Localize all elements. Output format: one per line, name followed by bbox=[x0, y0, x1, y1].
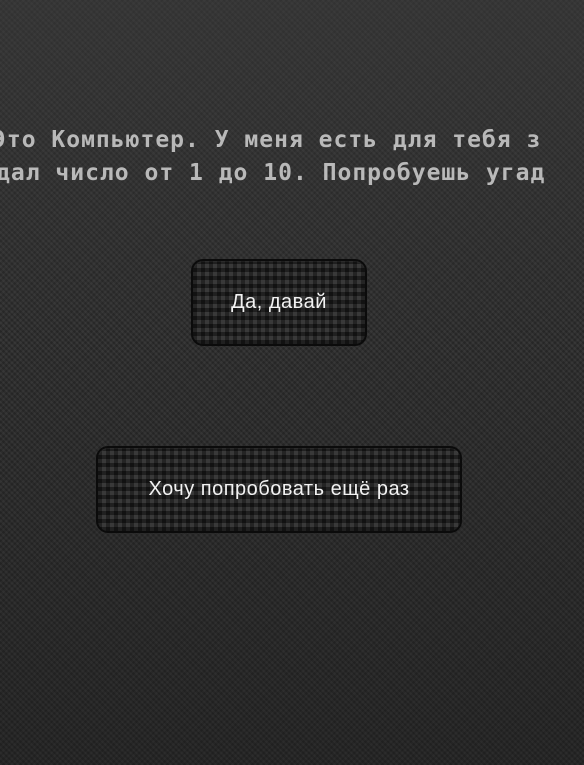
game-screen: { "message": { "line1": "Это Компьютер. … bbox=[0, 0, 584, 765]
try-again-button[interactable]: Хочу попробовать ещё раз bbox=[96, 446, 462, 533]
message-line-2: дал число от 1 до 10. Попробуешь угад bbox=[0, 160, 546, 186]
try-again-button-label: Хочу попробовать ещё раз bbox=[148, 478, 410, 500]
message-line-1: Это Компьютер. У меня есть для тебя з bbox=[0, 127, 542, 153]
yes-button-label: Да, давай bbox=[231, 291, 327, 313]
yes-button[interactable]: Да, давай bbox=[191, 259, 367, 346]
computer-message: Это Компьютер. У меня есть для тебя з да… bbox=[0, 124, 584, 190]
